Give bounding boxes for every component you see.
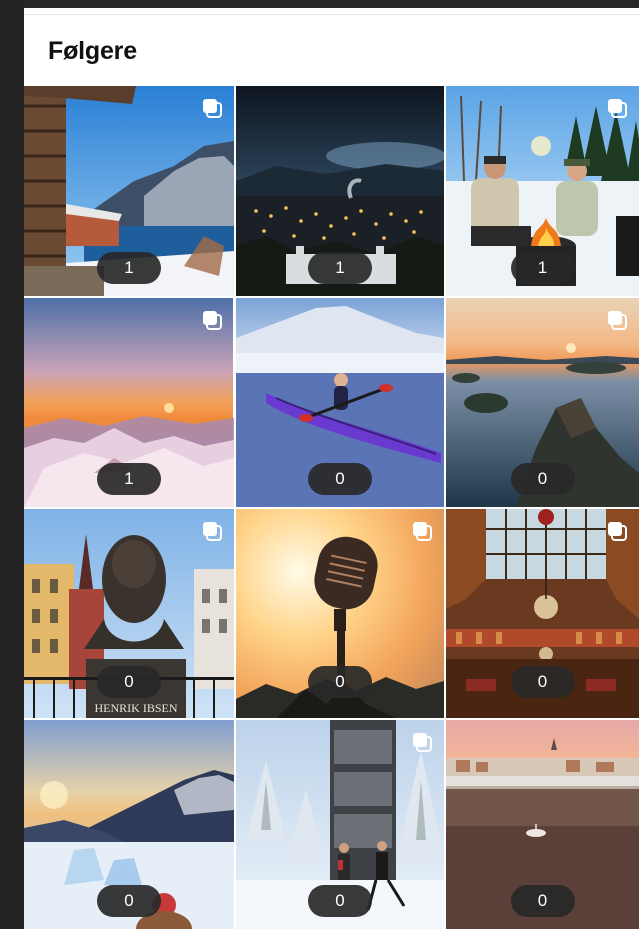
post-tile-11[interactable]: 0: [236, 720, 444, 929]
carousel-icon: [203, 99, 222, 118]
carousel-icon: [413, 733, 432, 752]
follower-count-badge: 0: [97, 885, 161, 917]
carousel-icon: [413, 522, 432, 541]
post-tile-7[interactable]: HENRIK IBSEN 0: [24, 509, 234, 718]
post-tile-9[interactable]: 0: [446, 509, 639, 718]
post-tile-8[interactable]: 0: [236, 509, 444, 718]
post-tile-1[interactable]: 1: [24, 86, 234, 296]
follower-count-badge: 0: [510, 885, 575, 917]
post-grid: 1 1 1 1 0 0 HENRIK IBSEN 0 0 0 0 0 0: [24, 86, 639, 929]
follower-count-badge: 0: [308, 463, 372, 495]
panel-header: Følgere: [24, 15, 639, 86]
follower-count-badge: 1: [97, 463, 161, 495]
post-tile-3[interactable]: 1: [446, 86, 639, 296]
follower-count-badge: 1: [510, 252, 575, 284]
follower-count-badge: 0: [510, 666, 575, 698]
follower-count-badge: 0: [510, 463, 575, 495]
followers-panel: Følgere 1 1 1 1 0 0 HENRIK IBSEN 0 0 0 0…: [24, 8, 639, 929]
carousel-icon: [608, 522, 627, 541]
post-tile-12[interactable]: 0: [446, 720, 639, 929]
post-tile-6[interactable]: 0: [446, 298, 639, 507]
carousel-icon: [608, 311, 627, 330]
post-tile-10[interactable]: 0: [24, 720, 234, 929]
carousel-icon: [608, 99, 627, 118]
post-tile-2[interactable]: 1: [236, 86, 444, 296]
statue-plaque-text: HENRIK IBSEN: [95, 701, 178, 715]
page-title: Følgere: [48, 37, 137, 65]
follower-count-badge: 0: [97, 666, 161, 698]
post-tile-5[interactable]: 0: [236, 298, 444, 507]
top-bar: [0, 0, 639, 8]
follower-count-badge: 0: [308, 666, 372, 698]
follower-count-badge: 1: [97, 252, 161, 284]
carousel-icon: [203, 522, 222, 541]
follower-count-badge: 1: [308, 252, 372, 284]
post-tile-4[interactable]: 1: [24, 298, 234, 507]
carousel-icon: [203, 311, 222, 330]
left-gutter: [0, 0, 24, 929]
follower-count-badge: 0: [308, 885, 372, 917]
